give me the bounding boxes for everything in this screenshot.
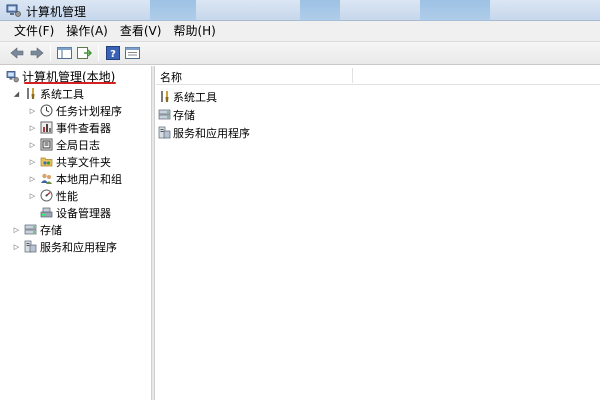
tree-label: 系统工具 [40,87,84,101]
services-icon [24,240,37,253]
menu-bar: 文件(F) 操作(A) 查看(V) 帮助(H) [0,21,600,42]
forward-button[interactable] [28,45,45,62]
tree-label: 本地用户和组 [56,172,122,186]
storage-icon [24,224,37,235]
users-icon [41,173,52,184]
list-item-label: 存储 [173,108,195,122]
back-button[interactable] [8,45,25,62]
tree-item-shared-folders[interactable]: ▷ 共享文件夹 [28,153,111,170]
background-decor [150,0,196,21]
list-item-label: 系统工具 [173,90,217,104]
menu-view[interactable]: 查看(V) [114,22,168,41]
expand-arrow-icon[interactable]: ▷ [28,140,37,149]
properties-button[interactable] [124,45,141,62]
tools-icon [27,88,35,99]
list-pane: 名称 系统工具 存储 服务和应用程序 [156,66,600,400]
expand-arrow-icon[interactable]: ▷ [12,242,21,251]
tree-item-global-log[interactable]: ▷ 全局日志 [28,136,100,153]
computer-management-icon [6,71,19,83]
list-item-storage[interactable]: 存储 [158,106,195,123]
tree-label: 性能 [56,189,78,203]
expand-arrow-icon[interactable]: ▷ [28,157,37,166]
export-list-button[interactable] [76,45,93,62]
background-decor [300,0,340,21]
tree-label: 服务和应用程序 [40,240,117,254]
performance-icon [40,189,53,202]
tree-item-system-tools[interactable]: ◢ 系统工具 [12,85,84,102]
computer-management-icon [6,4,21,17]
export-list-icon [77,47,92,59]
expand-arrow-icon[interactable]: ▷ [28,174,37,183]
help-button[interactable]: ? [104,45,121,62]
tree-item-performance[interactable]: ▷ 性能 [28,187,78,204]
expand-arrow-icon[interactable]: ▷ [12,225,21,234]
tree-pane: 计算机管理(本地) ◢ 系统工具 ▷ 任务计划程序 ▷ 事件查看器 ▷ 全局日志… [0,66,152,400]
list-item-system-tools[interactable]: 系统工具 [158,88,217,105]
tree-label: 共享文件夹 [56,155,111,169]
background-decor [420,0,490,21]
collapse-arrow-icon[interactable]: ◢ [12,89,21,98]
column-header: 名称 [156,66,600,85]
window-title: 计算机管理 [26,5,87,19]
menu-file[interactable]: 文件(F) [8,22,60,41]
forward-arrow-icon [30,47,43,59]
tree-item-device-manager[interactable]: 设备管理器 [40,204,111,221]
log-icon [40,138,53,151]
highlight-underline [24,82,116,84]
services-icon [158,126,171,139]
column-name-header[interactable]: 名称 [160,69,182,85]
tree-label: 事件查看器 [56,121,111,135]
list-item-services-apps[interactable]: 服务和应用程序 [158,124,250,141]
shared-folder-icon [40,157,53,167]
svg-text:?: ? [110,49,116,60]
tree-label: 存储 [40,223,62,237]
help-icon: ? [105,46,120,60]
tree-item-task-scheduler[interactable]: ▷ 任务计划程序 [28,102,122,119]
event-viewer-icon [40,121,53,134]
list-item-label: 服务和应用程序 [173,126,250,140]
tree-item-storage[interactable]: ▷ 存储 [12,221,62,238]
tools-icon [161,91,169,102]
show-hide-tree-icon [57,47,72,59]
toolbar: ? [0,42,600,65]
properties-icon [125,47,140,59]
pane-splitter[interactable] [152,66,155,400]
back-arrow-icon [10,47,23,59]
device-manager-icon [40,207,53,218]
expand-arrow-icon[interactable]: ▷ [28,106,37,115]
column-divider[interactable] [352,68,353,83]
expand-arrow-icon[interactable]: ▷ [28,191,37,200]
tree-item-event-viewer[interactable]: ▷ 事件查看器 [28,119,111,136]
toolbar-separator [50,45,51,61]
clock-icon [40,104,53,117]
tree-label: 任务计划程序 [56,104,122,118]
tree-item-local-users-groups[interactable]: ▷ 本地用户和组 [28,170,122,187]
show-hide-tree-button[interactable] [56,45,73,62]
tree-label: 全局日志 [56,138,100,152]
expand-arrow-icon[interactable]: ▷ [28,123,37,132]
menu-action[interactable]: 操作(A) [60,22,114,41]
tree-label: 设备管理器 [56,206,111,220]
tree-item-services-apps[interactable]: ▷ 服务和应用程序 [12,238,117,255]
title-bar[interactable]: 计算机管理 [0,0,600,21]
storage-icon [158,109,171,120]
toolbar-separator [98,45,99,61]
menu-help[interactable]: 帮助(H) [167,22,221,41]
